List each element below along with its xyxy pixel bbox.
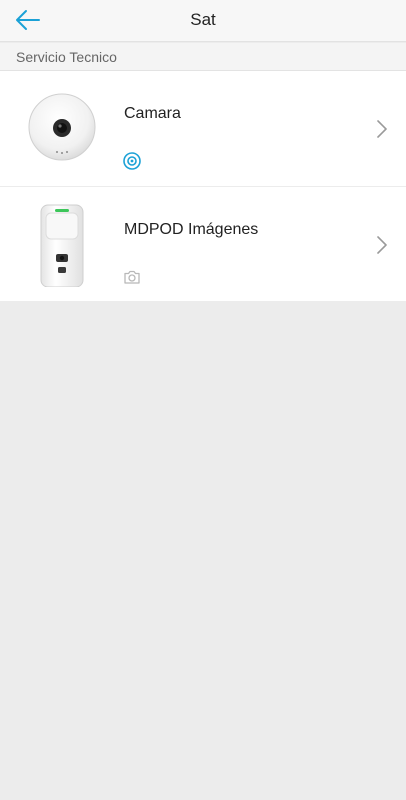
empty-area [0,301,406,800]
chevron-right-icon [377,236,387,254]
section-header: Servicio Tecnico [0,43,406,71]
dome-camera-image [28,93,96,161]
motion-detector-camera-image [40,204,84,287]
device-list: Camara MDPOD Imágenes [0,71,406,301]
device-name: MDPOD Imágenes [124,221,259,238]
device-row-camara[interactable]: Camara [0,71,406,186]
camera-icon [124,270,140,284]
camera-online-icon [123,152,141,170]
section-label: Servicio Tecnico [16,49,117,65]
page-title: Sat [190,10,216,29]
device-name: Camara [124,105,181,122]
device-row-mdpod[interactable]: MDPOD Imágenes [0,186,406,301]
top-bar: Sat [0,0,406,42]
chevron-right-icon [377,120,387,138]
